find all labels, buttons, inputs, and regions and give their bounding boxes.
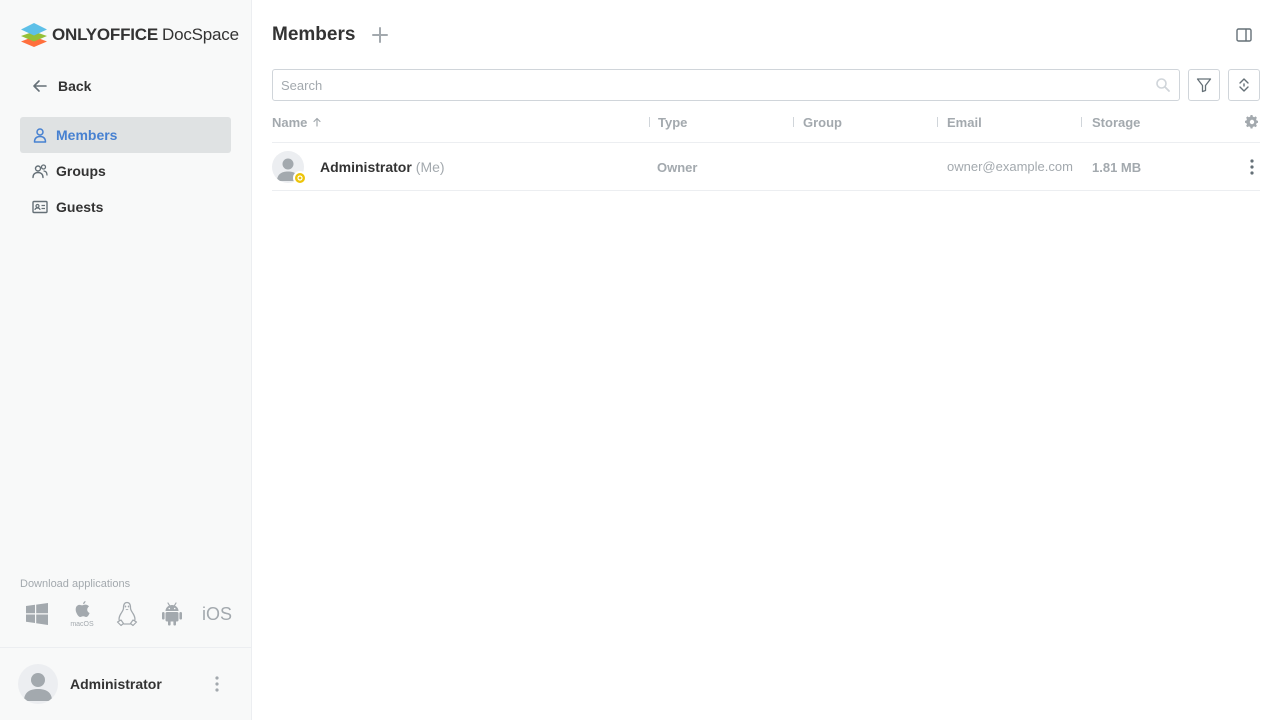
sort-button[interactable] [1228,69,1260,101]
column-resize-handle[interactable] [937,117,938,127]
onlyoffice-logo-icon [21,23,47,47]
plus-icon [372,27,388,43]
sort-icon [1239,78,1249,92]
column-header-storage[interactable]: Storage [1092,112,1140,132]
member-me-label: (Me) [415,159,445,175]
member-name-text: Administrator [320,159,412,175]
vertical-dots-icon [1250,159,1254,175]
search-icon[interactable] [1155,77,1171,93]
member-storage: 1.81 MB [1092,160,1142,175]
column-header-label: Storage [1092,114,1141,130]
back-button[interactable]: Back [20,74,231,98]
avatar[interactable] [272,151,307,185]
download-apps-title: Download applications [20,578,131,590]
gear-icon [1245,115,1259,129]
filter-icon [1196,78,1212,93]
logo-brand: ONLYOFFICE [52,25,158,44]
info-panel-toggle[interactable] [1234,25,1254,45]
android-icon [162,602,182,626]
column-header-label: Group [803,114,842,130]
sort-ascending-icon [313,117,322,127]
column-header-email[interactable]: Email [947,112,982,132]
column-header-label: Type [658,114,688,130]
ios-app-link[interactable]: iOS [202,598,232,630]
macos-label: macOS [70,621,94,628]
macos-app-link[interactable]: macOS [67,598,97,630]
member-name: Administrator (Me) [320,159,445,175]
column-header-type[interactable]: Type [658,112,687,132]
sidebar-item-label: Guests [56,199,104,215]
windows-icon [26,603,48,625]
ios-icon: iOS [202,603,233,624]
column-header-name[interactable]: Name [272,112,322,132]
arrow-left-icon [33,80,47,92]
profile-name: Administrator [70,676,162,692]
linux-icon [116,601,138,627]
sidebar: ONLYOFFICE DocSpace Back Members Groups [0,0,252,720]
sidebar-item-label: Groups [56,163,106,179]
column-resize-handle[interactable] [1081,117,1082,127]
profile-menu-button[interactable] [207,672,227,696]
member-type[interactable]: Owner [657,160,697,175]
page-title: Members [272,24,356,45]
sidebar-item-members[interactable]: Members [20,117,231,153]
row-context-menu-button[interactable] [1242,155,1262,179]
table-row[interactable]: Administrator (Me) Owner owner@example.co… [272,143,1260,191]
column-header-label: Email [947,114,982,130]
column-settings-button[interactable] [1244,114,1260,130]
member-email[interactable]: owner@example.com [947,159,1077,174]
logo-product: DocSpace [162,25,239,44]
column-header-group[interactable]: Group [803,112,842,132]
filter-button[interactable] [1188,69,1220,101]
search-box [272,69,1180,101]
user-profile[interactable]: Administrator [0,647,251,720]
id-card-icon [32,200,48,214]
column-resize-handle[interactable] [793,117,794,127]
table-header: Name Type Group Email Storage [272,112,1260,143]
side-panel-icon [1236,28,1252,42]
person-icon [33,128,47,143]
sidebar-item-guests[interactable]: Guests [20,189,231,225]
sidebar-item-groups[interactable]: Groups [20,153,231,189]
add-member-button[interactable] [370,24,390,46]
windows-app-link[interactable] [22,598,52,630]
column-resize-handle[interactable] [649,117,650,127]
vertical-dots-icon [215,676,219,692]
logo[interactable]: ONLYOFFICE DocSpace [20,22,239,48]
linux-app-link[interactable] [112,598,142,630]
back-label: Back [58,78,92,94]
sidebar-item-label: Members [56,127,118,143]
sidebar-nav: Members Groups Guests [20,117,231,225]
apple-icon [75,601,90,617]
avatar[interactable] [18,664,58,704]
default-avatar-icon [24,673,52,701]
android-app-link[interactable] [157,598,187,630]
owner-badge-icon [293,171,307,185]
group-icon [32,164,48,179]
main-content: Members Name [252,0,1280,720]
column-header-label: Name [272,114,308,130]
search-input[interactable] [281,77,1155,93]
download-apps-list: macOS iOS [22,598,232,630]
